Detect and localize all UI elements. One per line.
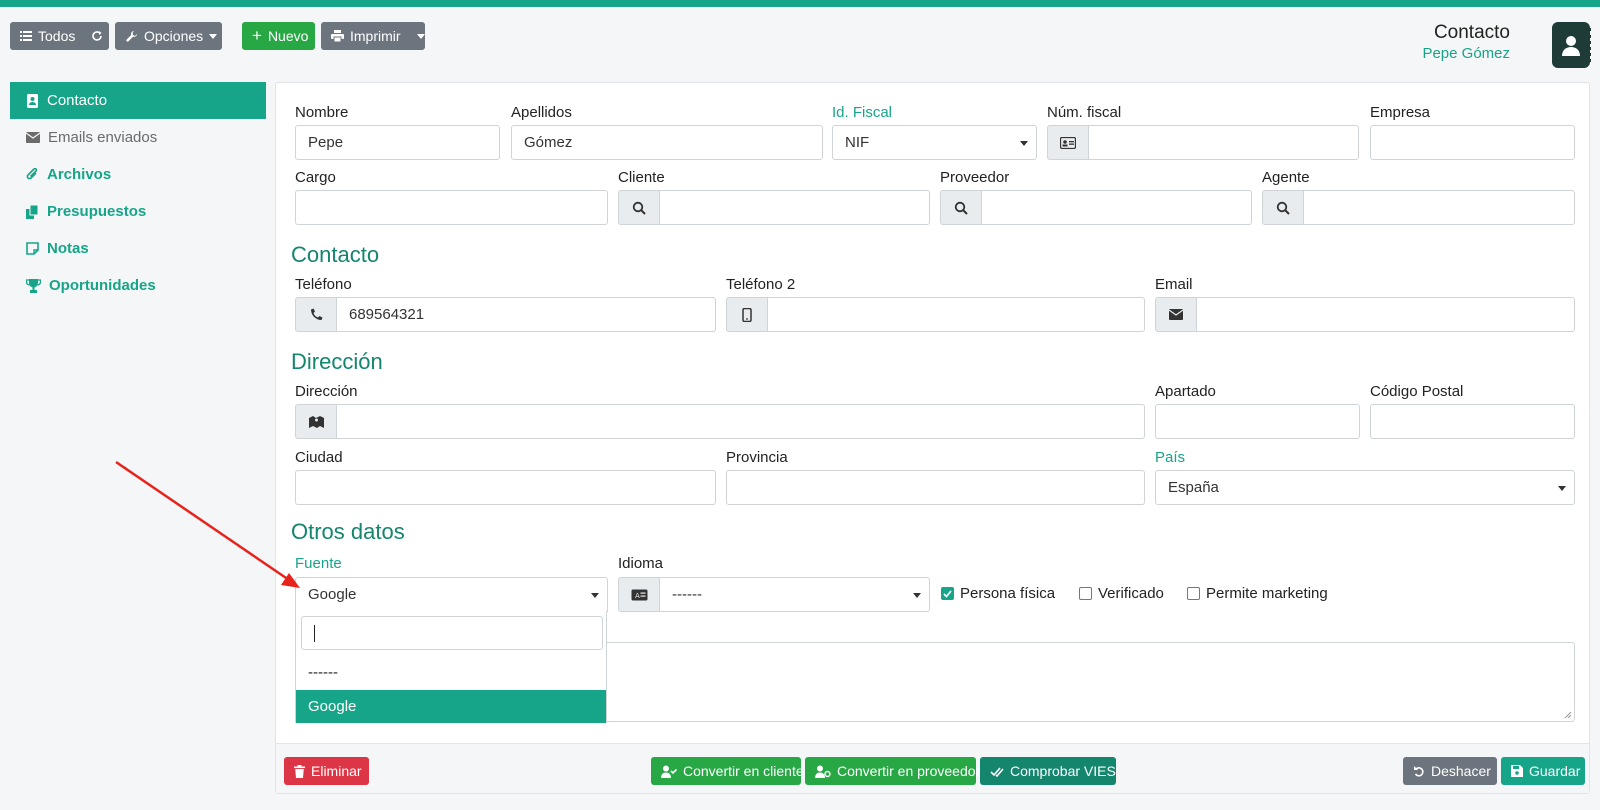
annotation-arrow-icon [115, 460, 300, 588]
